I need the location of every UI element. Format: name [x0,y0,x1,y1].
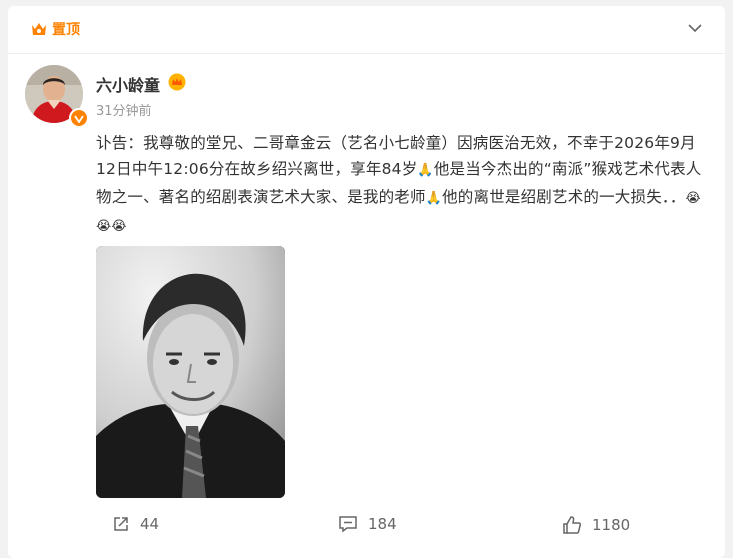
pray-emoji-icon: 🙏 [425,191,443,206]
share-button[interactable]: 44 [112,515,159,533]
thumbs-up-icon [563,516,582,534]
username[interactable]: 六小龄童 [96,72,160,96]
post-content: 讣告：我尊敬的堂兄、二哥章金云（艺名小七龄童）因病医治无效，不幸于2026年9月… [96,130,706,240]
action-bar: 44 184 1180 [8,515,725,545]
post-time[interactable]: 31分钟前 [96,100,152,119]
comment-button[interactable]: 184 [338,515,397,533]
verified-badge-icon [69,108,89,128]
member-crown-icon[interactable] [168,73,186,91]
post-photo[interactable] [96,246,285,498]
like-button[interactable]: 1180 [562,515,630,535]
comment-count: 184 [368,515,397,533]
header-divider [8,53,725,54]
portrait-image [96,246,285,498]
pray-emoji-icon: 🙏 [417,163,434,178]
pinned-text: 置顶 [52,22,80,38]
chevron-down-icon[interactable] [687,20,703,36]
weibo-post-card: 置顶 六小龄童 31分钟前 讣告：我尊敬的堂兄、二哥章金云（艺名小七龄童）因病医… [8,6,725,558]
like-count: 1180 [592,516,631,534]
pin-flame-icon [32,23,46,35]
comment-icon [339,516,357,533]
content-text-3: 他的离世是绍剧艺术的一大损失．． [442,188,686,206]
share-icon [114,517,128,531]
share-count: 44 [140,515,160,533]
pinned-label: 置顶 [30,19,80,39]
